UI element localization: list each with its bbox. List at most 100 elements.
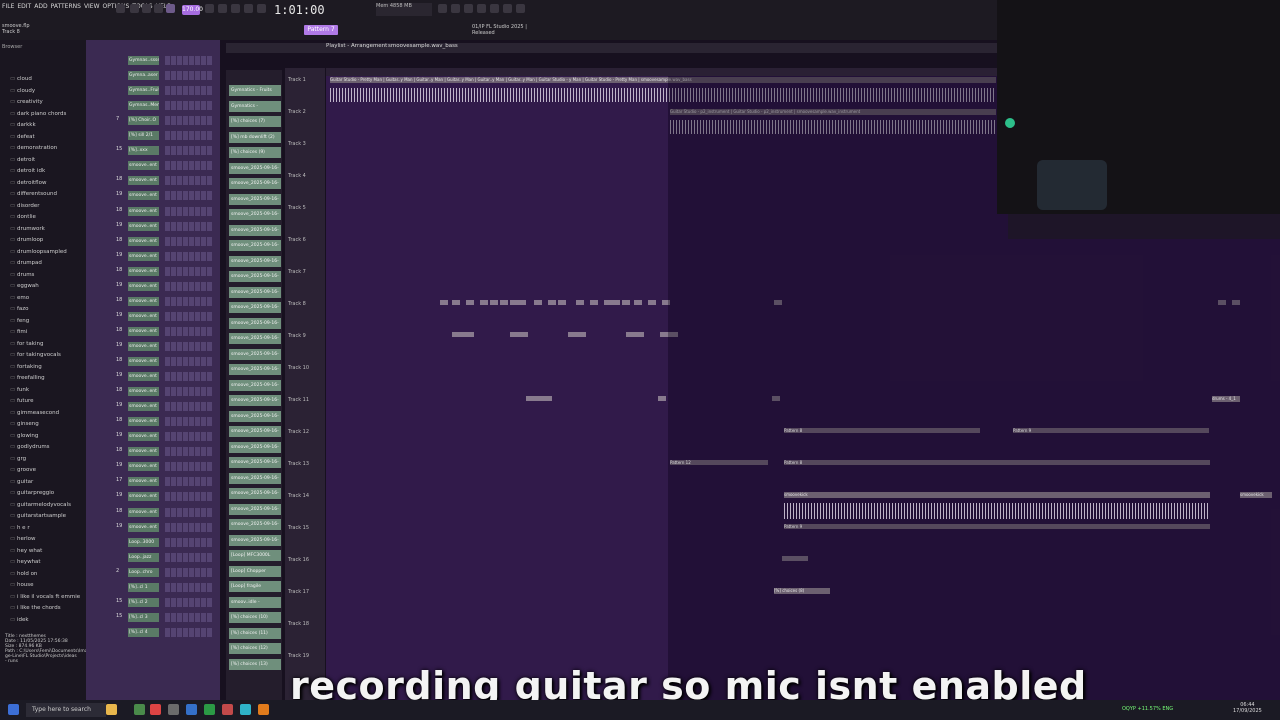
browser-folder[interactable]: guitarmelodyvocals <box>10 500 80 512</box>
browser-folder[interactable]: fortaking <box>10 362 80 374</box>
mixer-track-label[interactable]: smoove_2025-09-16-10-.. <box>229 379 281 391</box>
blend-icon[interactable] <box>257 4 266 13</box>
channel-mixer-number[interactable]: 19 <box>116 252 122 258</box>
channel-name-button[interactable]: smoove..ent 19 <box>128 326 159 336</box>
channel-name-button[interactable]: [%]..cl 4 <box>128 627 159 637</box>
browser-folder[interactable]: detroitflow <box>10 178 80 190</box>
browser-folder[interactable]: cloudy <box>10 86 80 98</box>
browser-folder[interactable]: emo <box>10 293 80 305</box>
mixer-icon[interactable] <box>438 4 447 13</box>
channel-mixer-number[interactable]: 19 <box>116 191 122 197</box>
browser-folder[interactable]: guitar <box>10 477 80 489</box>
channel-name-button[interactable]: Gymnas..Mem <box>128 101 159 111</box>
channel-mixer-number[interactable]: 18 <box>116 508 122 514</box>
fl-studio-icon[interactable] <box>258 704 269 715</box>
browser-folder[interactable]: godlydrums <box>10 442 80 454</box>
channel-mixer-number[interactable]: 19 <box>116 402 122 408</box>
channel-row[interactable]: 18 smoove..ent 19 <box>90 447 218 459</box>
browser-folder[interactable]: drumloopsampled <box>10 247 80 259</box>
pattern-clip-marker[interactable] <box>658 396 666 401</box>
menu-item[interactable]: FILE <box>2 3 14 10</box>
channel-name-button[interactable]: smoove..ent 19 <box>128 417 159 427</box>
browser-folder[interactable]: house <box>10 580 80 592</box>
track-label[interactable]: Track 6 <box>288 237 306 243</box>
channel-mixer-number[interactable]: 19 <box>116 372 122 378</box>
channel-mixer-number[interactable]: 17 <box>116 477 122 483</box>
channel-row[interactable]: 18 smoove..ent 19 <box>90 176 218 188</box>
channel-name-button[interactable]: [%] sill 2/1 <box>128 131 159 141</box>
channel-row[interactable]: 2 Loop..chro <box>90 567 218 580</box>
mail-icon[interactable] <box>168 704 179 715</box>
mixer-track-label[interactable]: smoove_2025-09-16-09-.. <box>229 286 281 298</box>
step-sequencer[interactable] <box>165 311 213 321</box>
browser-folder[interactable]: for takingvocals <box>10 350 80 362</box>
mixer-track-label[interactable]: smoove_2025-09-16-10-.. <box>229 488 281 499</box>
channel-mixer-number[interactable]: 18 <box>116 237 122 243</box>
channel-row[interactable]: Gymnas..Fruits <box>90 86 218 98</box>
channel-name-button[interactable]: smoove..ent 19 <box>128 462 159 472</box>
channel-row[interactable]: 19 smoove..ent 19 <box>90 372 218 384</box>
channel-name-button[interactable]: [%]..cl 2 <box>128 597 159 607</box>
pattern-clip-marker[interactable] <box>480 300 488 305</box>
mixer-track-label[interactable]: [%] mb downlift (2) <box>229 131 281 143</box>
browser-folder[interactable]: herlow <box>10 534 80 546</box>
pattern-clip-marker[interactable] <box>648 300 656 305</box>
browser-folder[interactable]: differentsound <box>10 189 80 201</box>
mixer-track-label[interactable]: smoove_2025-09-16-10-.. <box>229 410 281 422</box>
pattern-clip-marker[interactable] <box>510 300 518 305</box>
channel-mixer-number[interactable]: 15 <box>116 613 122 619</box>
step-sequencer[interactable] <box>165 251 213 261</box>
browser-folder[interactable]: dark piano chords <box>10 109 80 121</box>
track-label[interactable]: Track 12 <box>288 429 309 435</box>
channel-row[interactable]: 17 smoove..ent 19 <box>90 477 218 489</box>
mixer-track-label[interactable]: [Loop] MFC3000L <box>229 550 281 561</box>
channel-row[interactable]: 18 smoove..ent 19 <box>90 296 218 309</box>
mixer-track-label[interactable]: smoove_2025-09-16-09-.. <box>229 271 281 282</box>
browser-folder[interactable]: future <box>10 396 80 408</box>
pattern-clip-marker[interactable] <box>548 300 556 305</box>
browser-folder[interactable]: groove <box>10 465 80 477</box>
mixer-track-label[interactable]: smoove_2025-09-16-09-.. <box>229 178 281 189</box>
step-sequencer[interactable] <box>165 447 213 457</box>
channel-name-button[interactable]: smoove..ent 19 <box>128 281 159 291</box>
choices-clip[interactable]: [%] choices (8) <box>774 588 830 594</box>
channel-row[interactable]: 18 smoove..ent 19 <box>90 206 218 219</box>
channel-row[interactable]: 7 [%] Choir..O <box>90 116 218 128</box>
smoove-clip[interactable]: smoovekick <box>1240 492 1272 498</box>
channel-mixer-number[interactable]: 2 <box>116 568 119 574</box>
channel-rack-icon[interactable] <box>451 4 460 13</box>
menu-item[interactable]: PATTERNS <box>51 3 81 10</box>
track-label[interactable]: Track 10 <box>288 365 309 371</box>
channel-mixer-number[interactable]: 18 <box>116 297 122 303</box>
browser-folder[interactable]: creativity <box>10 97 80 109</box>
channel-row[interactable]: smoove..ent 19 <box>90 161 218 173</box>
channel-name-button[interactable]: smoove..ent 19 <box>128 522 159 532</box>
channel-name-button[interactable]: smoove..ent 19 <box>128 432 159 442</box>
channel-row[interactable]: 18 smoove..ent 19 <box>90 387 218 399</box>
step-sequencer[interactable] <box>165 296 213 306</box>
channel-mixer-number[interactable]: 19 <box>116 462 122 468</box>
channel-mixer-number[interactable]: 18 <box>116 176 122 182</box>
spreadsheet-icon[interactable] <box>134 704 145 715</box>
step-sequencer[interactable] <box>165 477 213 487</box>
step-sequencer[interactable] <box>165 161 213 171</box>
step-sequencer[interactable] <box>165 266 213 276</box>
channel-mixer-number[interactable]: 18 <box>116 447 122 453</box>
browser-folder[interactable]: grg <box>10 454 80 466</box>
step-sequencer[interactable] <box>165 116 213 126</box>
step-sequencer[interactable] <box>165 597 213 607</box>
track-label[interactable]: Track 15 <box>288 525 309 531</box>
browser-folder[interactable]: defeat <box>10 132 80 144</box>
channel-row[interactable]: 18 smoove..ent 19 <box>90 417 218 429</box>
menu-item[interactable]: ADD <box>34 3 47 10</box>
drum-clip[interactable]: drums - 4_1 <box>1212 396 1240 402</box>
browser-folder[interactable]: for taking <box>10 339 80 351</box>
step-sequencer[interactable] <box>165 462 213 472</box>
channel-row[interactable]: 19 smoove..ent 19 <box>90 432 218 444</box>
channel-mixer-number[interactable]: 19 <box>116 312 122 318</box>
mixer-track-label[interactable]: smoove_2025-09-16-09-.. <box>229 224 281 236</box>
mixer-track-label[interactable]: smoove_2025-09-16-10-.. <box>229 426 281 437</box>
mixer-track-label[interactable]: smoove_2025-09-16-09-.. <box>229 302 281 313</box>
mixer-track-label[interactable]: [%] choices (12) <box>229 643 281 654</box>
channel-row[interactable]: 19 smoove..ent 19 <box>90 341 218 354</box>
